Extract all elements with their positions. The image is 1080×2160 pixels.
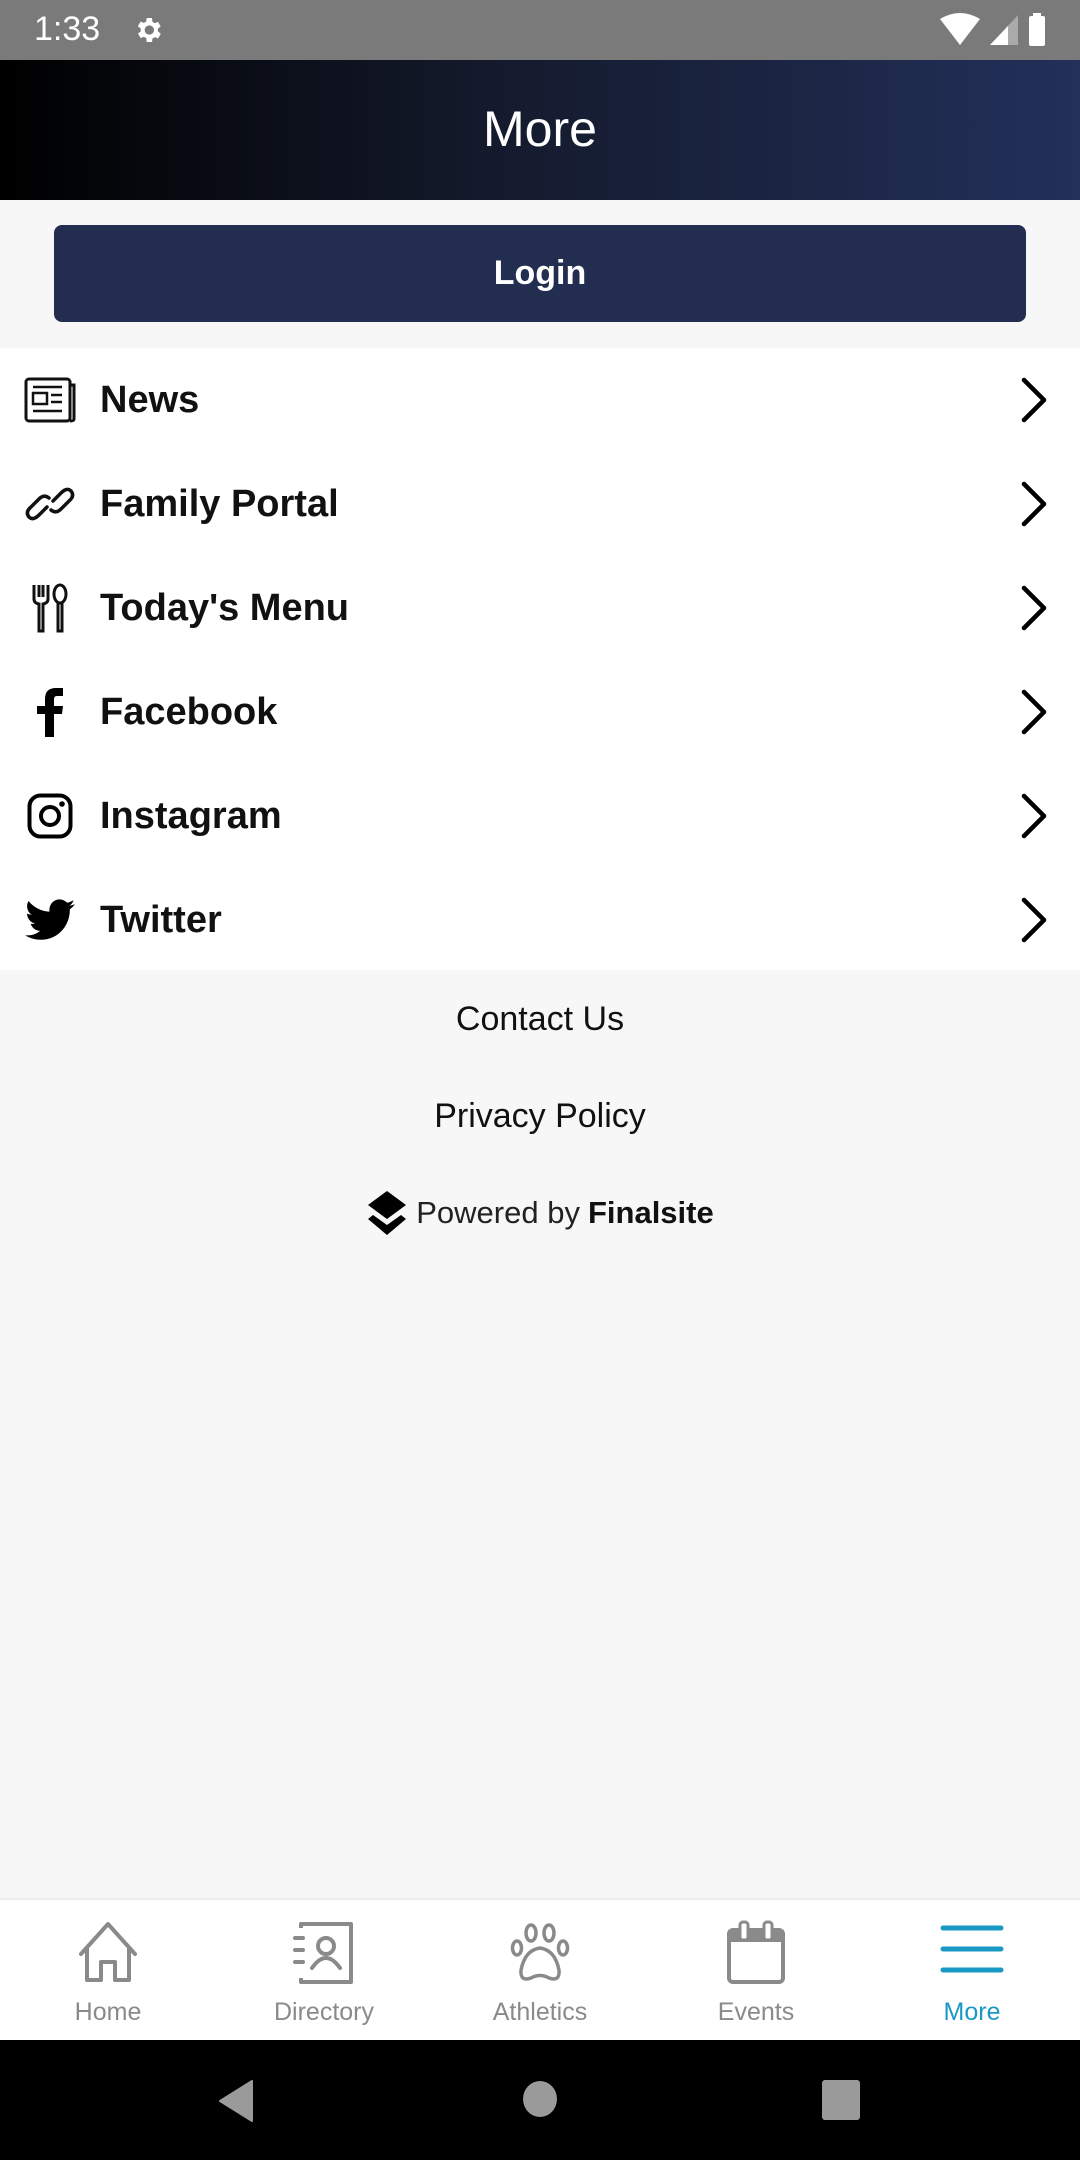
menu-item-todays-menu[interactable]: Today's Menu: [0, 556, 1080, 660]
powered-by-text: Powered by: [416, 1195, 580, 1230]
menu-item-twitter[interactable]: Twitter: [0, 868, 1080, 972]
tab-label: Directory: [273, 1998, 374, 2026]
home-button[interactable]: [522, 2080, 558, 2118]
finalsite-logo-icon: [368, 1191, 407, 1235]
menu-item-label: Twitter: [100, 898, 222, 941]
hamburger-menu-icon: [940, 1925, 1004, 1973]
powered-by-finalsite[interactable]: Powered by Finalsite: [0, 1190, 1080, 1236]
cell-signal-icon: [990, 15, 1018, 45]
app-header: More: [0, 60, 1080, 200]
status-time: 1:33: [34, 10, 101, 48]
status-bar: 1:33: [0, 0, 1080, 60]
facebook-icon: [24, 686, 76, 738]
wifi-icon: [940, 13, 980, 45]
chevron-right-icon: [1021, 377, 1047, 423]
tab-label: Athletics: [492, 1998, 588, 2026]
page-title: More: [483, 101, 597, 157]
tab-label: More: [943, 1998, 1001, 2026]
tab-directory[interactable]: Directory: [216, 1900, 432, 2040]
chevron-right-icon: [1021, 689, 1047, 735]
home-icon: [79, 1922, 137, 1982]
menu-item-instagram[interactable]: Instagram: [0, 764, 1080, 868]
login-section: Login: [0, 200, 1080, 348]
tab-events[interactable]: Events: [648, 1900, 864, 2040]
newspaper-icon: [24, 374, 76, 426]
settings-gear-icon: [137, 18, 161, 42]
menu-item-label: Family Portal: [100, 482, 339, 525]
menu-item-label: Instagram: [100, 794, 282, 837]
battery-icon: [1029, 13, 1045, 46]
directory-icon: [293, 1922, 353, 1984]
login-button[interactable]: Login: [54, 225, 1026, 322]
calendar-icon: [727, 1920, 785, 1984]
instagram-icon: [24, 790, 76, 842]
tab-athletics[interactable]: Athletics: [432, 1900, 648, 2040]
menu-item-facebook[interactable]: Facebook: [0, 660, 1080, 764]
status-icons: [940, 13, 1046, 47]
chevron-right-icon: [1021, 897, 1047, 943]
menu-item-news[interactable]: News: [0, 348, 1080, 452]
chevron-right-icon: [1021, 585, 1047, 631]
menu-item-family-portal[interactable]: Family Portal: [0, 452, 1080, 556]
menu-item-label: News: [100, 378, 200, 421]
paw-icon: [510, 1923, 570, 1981]
tab-more[interactable]: More: [864, 1900, 1080, 2040]
tab-label: Events: [717, 1998, 795, 2026]
back-button[interactable]: [218, 2080, 254, 2122]
fork-spoon-icon: [24, 582, 76, 634]
menu-item-label: Today's Menu: [100, 586, 350, 629]
tab-home[interactable]: Home: [0, 1900, 216, 2040]
menu-item-label: Facebook: [100, 690, 278, 733]
link-icon: [24, 478, 76, 530]
more-menu-list: News Family Portal Today's Menu Facebook…: [0, 348, 1080, 970]
chevron-right-icon: [1021, 481, 1047, 527]
bottom-tab-bar: Home Directory Athletics Events More: [0, 1898, 1080, 2040]
system-nav-bar: [0, 2040, 1080, 2160]
chevron-right-icon: [1021, 793, 1047, 839]
twitter-icon: [24, 894, 76, 946]
finalsite-brand: Finalsite: [587, 1195, 714, 1230]
recents-button[interactable]: [822, 2080, 860, 2120]
privacy-policy-link[interactable]: Privacy Policy: [0, 1097, 1080, 1136]
tab-label: Home: [74, 1998, 142, 2026]
contact-us-link[interactable]: Contact Us: [0, 1000, 1080, 1039]
